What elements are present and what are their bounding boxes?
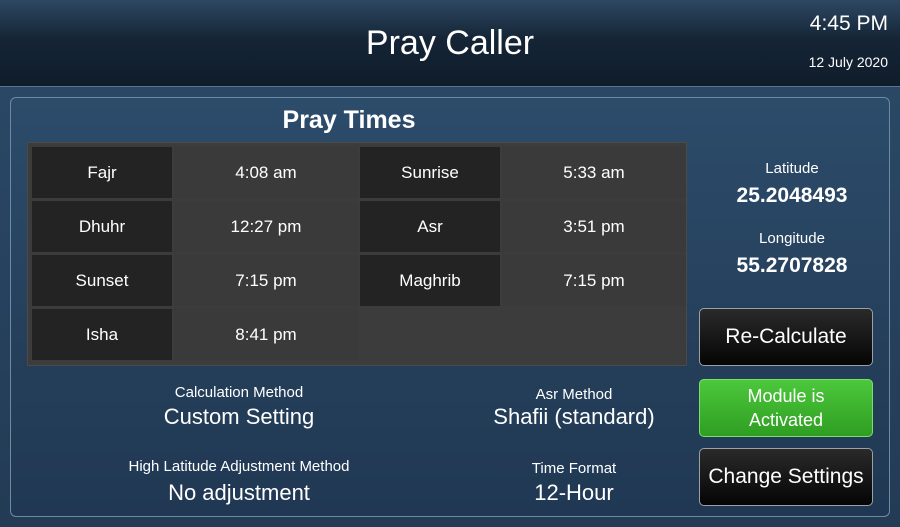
prayer-name-maghrib: Maghrib bbox=[360, 255, 500, 306]
prayer-name-fajr: Fajr bbox=[32, 147, 172, 198]
module-status-line2: Activated bbox=[748, 410, 824, 430]
panel-title: Pray Times bbox=[282, 106, 416, 134]
pray-times-panel: Pray Times Fajr 4:08 am Sunrise 5:33 am … bbox=[10, 97, 890, 517]
module-activated-button[interactable]: Module is Activated bbox=[699, 379, 873, 437]
app-title: Pray Caller bbox=[365, 24, 535, 62]
time-format-label: Time Format bbox=[531, 460, 617, 477]
app-header: Pray Caller 4:45 PM 12 July 2020 bbox=[0, 0, 900, 87]
time-format-value: 12-Hour bbox=[534, 480, 614, 505]
longitude-value: 55.2707828 bbox=[736, 254, 848, 277]
latitude-label: Latitude bbox=[765, 160, 819, 177]
high-latitude-value: No adjustment bbox=[168, 480, 310, 505]
prayer-name-sunrise: Sunrise bbox=[360, 147, 500, 198]
prayer-name-sunset: Sunset bbox=[32, 255, 172, 306]
prayer-time-asr: 3:51 pm bbox=[502, 201, 686, 252]
prayer-time-maghrib: 7:15 pm bbox=[502, 255, 686, 306]
recalculate-button[interactable]: Re-Calculate bbox=[699, 308, 873, 366]
pray-times-table: Fajr 4:08 am Sunrise 5:33 am Dhuhr 12:27… bbox=[27, 142, 687, 366]
prayer-time-fajr: 4:08 am bbox=[174, 147, 358, 198]
prayer-name-isha: Isha bbox=[32, 309, 172, 360]
asr-method-label: Asr Method bbox=[535, 386, 613, 403]
prayer-time-sunset: 7:15 pm bbox=[174, 255, 358, 306]
clock-time: 4:45 PM bbox=[809, 12, 888, 35]
latitude-value: 25.2048493 bbox=[736, 184, 848, 207]
prayer-time-isha: 8:41 pm bbox=[174, 309, 358, 360]
prayer-name-dhuhr: Dhuhr bbox=[32, 201, 172, 252]
prayer-time-dhuhr: 12:27 pm bbox=[174, 201, 358, 252]
longitude-label: Longitude bbox=[759, 230, 825, 247]
prayer-name-asr: Asr bbox=[360, 201, 500, 252]
clock-date: 12 July 2020 bbox=[808, 54, 888, 70]
calc-method-value: Custom Setting bbox=[163, 404, 315, 429]
asr-method-value: Shafii (standard) bbox=[493, 404, 655, 429]
change-settings-button[interactable]: Change Settings bbox=[699, 448, 873, 506]
high-latitude-label: High Latitude Adjustment Method bbox=[128, 458, 350, 475]
prayer-time-sunrise: 5:33 am bbox=[502, 147, 686, 198]
module-status-line1: Module is bbox=[747, 386, 825, 406]
calc-method-label: Calculation Method bbox=[174, 384, 304, 401]
